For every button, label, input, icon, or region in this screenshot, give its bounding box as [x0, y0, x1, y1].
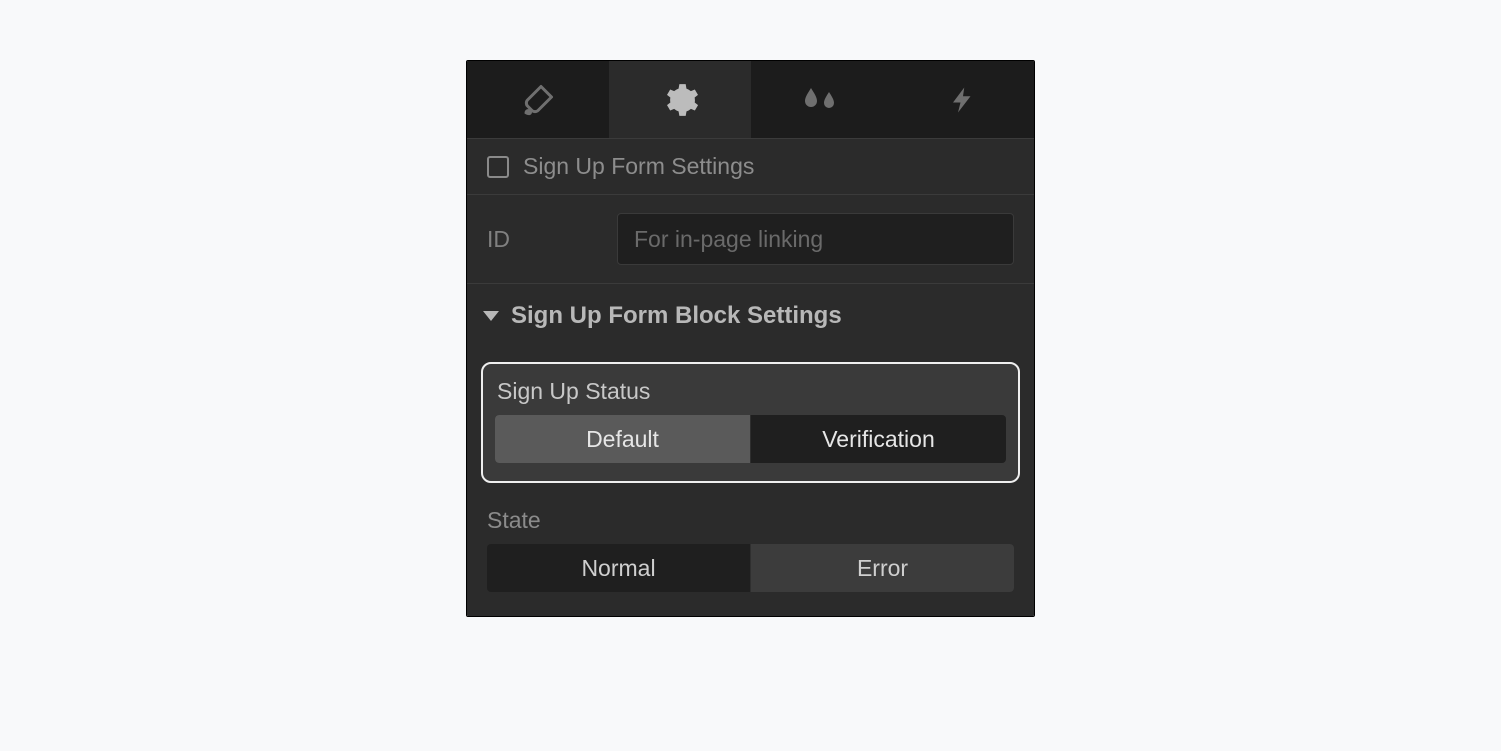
- tab-brush[interactable]: [467, 61, 609, 138]
- panel-frame: Sign Up Form Settings ID Sign Up Form Bl…: [466, 60, 1035, 617]
- state-option-error[interactable]: Error: [750, 544, 1014, 592]
- chevron-down-icon: [483, 311, 499, 321]
- tab-settings[interactable]: [609, 61, 751, 138]
- state-segmented: Normal Error: [487, 544, 1014, 592]
- signup-status-segmented: Default Verification: [495, 415, 1006, 463]
- id-label: ID: [487, 226, 597, 253]
- signup-status-label: Sign Up Status: [495, 376, 1006, 415]
- signup-status-option-default[interactable]: Default: [495, 415, 750, 463]
- bolt-icon: [948, 82, 978, 118]
- state-label: State: [487, 501, 1014, 544]
- section-title-row: Sign Up Form Settings: [467, 139, 1034, 195]
- state-block: State Normal Error: [467, 493, 1034, 616]
- signup-status-option-label: Verification: [822, 426, 935, 453]
- tab-interactions[interactable]: [892, 61, 1034, 138]
- section-title: Sign Up Form Settings: [523, 153, 754, 180]
- panel-tabs: [467, 61, 1034, 139]
- state-option-normal[interactable]: Normal: [487, 544, 750, 592]
- section-checkbox[interactable]: [487, 156, 509, 178]
- signup-status-option-label: Default: [586, 426, 659, 453]
- brush-icon: [520, 82, 556, 118]
- id-row: ID: [467, 195, 1034, 284]
- block-settings-header[interactable]: Sign Up Form Block Settings: [467, 284, 1034, 348]
- settings-panel: Sign Up Form Settings ID Sign Up Form Bl…: [467, 61, 1034, 616]
- id-input[interactable]: [617, 213, 1014, 265]
- signup-status-option-verification[interactable]: Verification: [750, 415, 1006, 463]
- state-option-label: Error: [857, 555, 908, 582]
- state-option-label: Normal: [581, 555, 655, 582]
- signup-status-box: Sign Up Status Default Verification: [481, 362, 1020, 483]
- drops-icon: [799, 84, 843, 116]
- tab-effects[interactable]: [751, 61, 893, 138]
- gear-icon: [661, 81, 699, 119]
- block-settings-title: Sign Up Form Block Settings: [511, 302, 842, 330]
